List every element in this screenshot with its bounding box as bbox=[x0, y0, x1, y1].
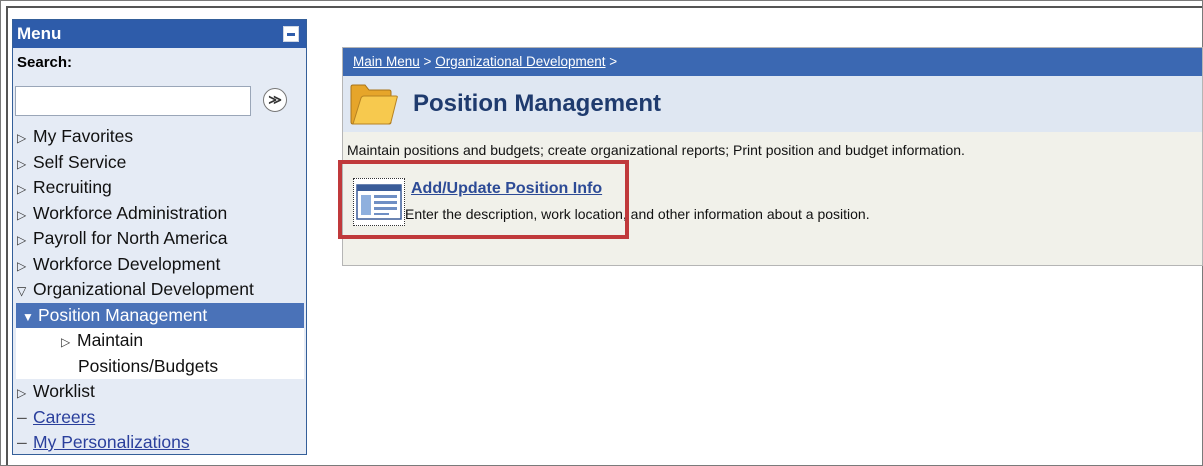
menu-body: Search: ≫ ▷ My Favorites ▷ Self Service ▷ R… bbox=[13, 48, 306, 454]
navigation-menu: Menu Search: ≫ ▷ My Favorites ▷ Self Servi… bbox=[12, 19, 307, 455]
folder-icon bbox=[350, 84, 398, 125]
menu-item-organizational-development[interactable]: ▽ Organizational Development bbox=[13, 277, 306, 303]
breadcrumb: Main Menu > Organizational Development > bbox=[343, 48, 1202, 76]
expand-triangle-icon: ▷ bbox=[61, 335, 71, 349]
expand-triangle-icon: ▷ bbox=[17, 207, 27, 222]
expand-triangle-icon: ▷ bbox=[17, 233, 27, 247]
menu-item-workforce-development[interactable]: ▷ Workforce Development bbox=[13, 252, 306, 278]
menu-link-careers[interactable]: – Careers bbox=[13, 405, 306, 431]
my-personalizations-link[interactable]: My Personalizations bbox=[33, 432, 190, 452]
menu-item-maintain-positions-line2[interactable]: Positions/Budgets bbox=[16, 354, 304, 380]
menu-item-my-favorites[interactable]: ▷ My Favorites bbox=[13, 124, 306, 150]
menu-item-label: Recruiting bbox=[33, 177, 112, 197]
dash-icon: – bbox=[17, 406, 27, 427]
menu-link-my-personalizations[interactable]: – My Personalizations bbox=[13, 430, 306, 456]
menu-item-label: My Favorites bbox=[33, 126, 134, 146]
menu-item-worklist[interactable]: ▷ Worklist bbox=[13, 379, 306, 405]
page-title: Position Management bbox=[413, 90, 662, 117]
breadcrumb-main-menu[interactable]: Main Menu bbox=[353, 54, 420, 69]
search-go-icon[interactable]: ≫ bbox=[263, 88, 287, 112]
menu-item-workforce-administration[interactable]: ▷ Workforce Administration bbox=[13, 201, 306, 227]
menu-item-maintain-positions[interactable]: ▷ Maintain bbox=[16, 328, 304, 354]
expand-triangle-icon: ▷ bbox=[17, 131, 27, 145]
menu-item-label: Positions/Budgets bbox=[78, 355, 219, 376]
submenu: ▼ Position Management ▷ Maintain Positions… bbox=[16, 302, 304, 380]
expand-triangle-icon: ▷ bbox=[17, 156, 27, 171]
menu-item-label: Organizational Development bbox=[33, 279, 254, 299]
expand-triangle-icon: ▷ bbox=[17, 258, 27, 273]
menu-item-self-service[interactable]: ▷ Self Service bbox=[13, 150, 306, 176]
menu-header: Menu bbox=[13, 20, 306, 48]
title-bar: Position Management bbox=[343, 76, 1202, 132]
search-label: Search: bbox=[17, 54, 73, 71]
add-update-position-info-link[interactable]: Add/Update Position Info bbox=[411, 180, 602, 198]
menu-item-label: Self Service bbox=[33, 151, 127, 172]
menu-list: ▷ My Favorites ▷ Self Service ▷ Recruiting … bbox=[13, 124, 306, 456]
breadcrumb-separator: > bbox=[419, 54, 436, 69]
menu-item-label: Maintain bbox=[77, 330, 144, 350]
menu-item-payroll[interactable]: ▷ Payroll for North America bbox=[13, 226, 306, 252]
careers-link[interactable]: Careers bbox=[33, 407, 95, 427]
collapse-triangle-icon: ▽ bbox=[17, 284, 27, 298]
menu-item-position-management[interactable]: ▼ Position Management bbox=[16, 302, 304, 328]
menu-item-label: Workforce Administration bbox=[33, 202, 228, 223]
search-input[interactable] bbox=[15, 86, 251, 116]
dash-icon: – bbox=[17, 432, 27, 452]
menu-item-label: Position Management bbox=[38, 304, 208, 325]
page-description: Maintain positions and budgets; create o… bbox=[347, 142, 965, 158]
component-icon[interactable] bbox=[353, 178, 405, 226]
menu-item-label: Worklist bbox=[33, 381, 95, 401]
component-description: Enter the description, work location, an… bbox=[405, 206, 870, 222]
collapse-menu-icon[interactable] bbox=[283, 26, 299, 42]
expand-triangle-icon: ▷ bbox=[17, 182, 27, 196]
breadcrumb-organizational-development[interactable]: Organizational Development bbox=[435, 54, 605, 69]
menu-item-label: Payroll for North America bbox=[33, 228, 228, 248]
form-window-icon bbox=[356, 184, 402, 220]
content-panel: Main Menu > Organizational Development >… bbox=[342, 47, 1203, 266]
breadcrumb-separator: > bbox=[605, 54, 618, 69]
menu-item-label: Workforce Development bbox=[33, 253, 221, 274]
menu-title: Menu bbox=[17, 24, 62, 43]
menu-item-recruiting[interactable]: ▷ Recruiting bbox=[13, 175, 306, 201]
expand-triangle-icon: ▷ bbox=[17, 386, 27, 400]
expanded-arrow-icon: ▼ bbox=[22, 309, 34, 324]
